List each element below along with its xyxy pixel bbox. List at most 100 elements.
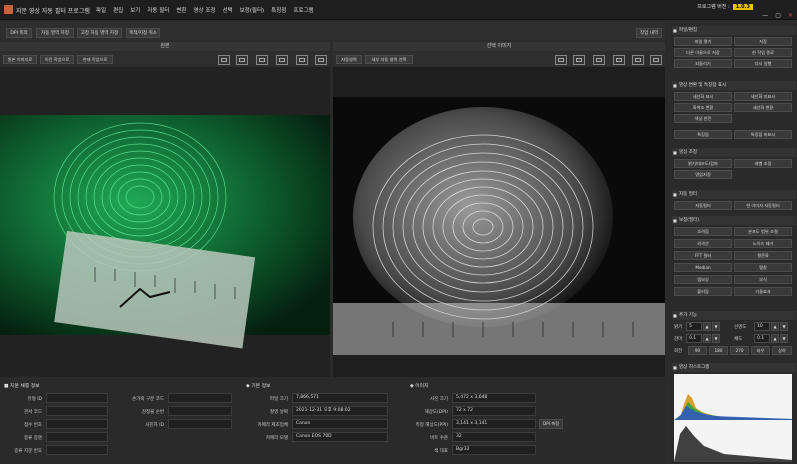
contrast-down-icon[interactable]: ▼ (780, 322, 788, 331)
menu-item-3[interactable]: 자동 필터 (147, 6, 169, 14)
auto-region-button[interactable]: 자동영역 (336, 55, 362, 64)
save-button[interactable]: 저장 (734, 37, 792, 46)
dpi-save-button[interactable]: DPI 축적 (6, 28, 32, 38)
correct-section-title: 보정(필터) (672, 216, 796, 225)
original-panel-toolbar: 원본 이미지로 이전 작업으로 현재 작업으로 (0, 52, 330, 66)
app-logo-icon (4, 5, 13, 14)
contrast-set-button[interactable]: 명암지정 (674, 170, 732, 179)
rotate-icon[interactable] (276, 55, 288, 65)
edge-button[interactable]: 외곽선 (674, 239, 732, 248)
original-image-area[interactable] (0, 67, 330, 377)
brightness-input[interactable]: 5 (686, 322, 702, 331)
saturation-up-icon[interactable]: ▲ (771, 334, 779, 343)
contrast-input[interactable]: 10 (754, 322, 770, 331)
crop-icon[interactable] (218, 55, 230, 65)
undo-roi-button[interactable]: 축척/지정 취소 (126, 28, 160, 38)
blur-button[interactable]: 흐려짐 (674, 227, 732, 236)
office-code-field[interactable] (46, 406, 108, 416)
finger-code-field[interactable] (168, 393, 232, 403)
level-adjust-button[interactable]: 레벨 조정 (734, 159, 792, 168)
hide-thinning-button[interactable]: 세선화 미표시 (734, 92, 792, 101)
rotate-270-button[interactable]: 270 (730, 346, 749, 355)
photographer-id-field[interactable] (168, 419, 232, 429)
range-adjust-button[interactable]: 분포도 범위 조절 (734, 227, 792, 236)
menu-item-5[interactable]: 영상 조정 (194, 6, 216, 14)
flip-h-icon[interactable] (632, 55, 644, 65)
menu-item-1[interactable]: 편집 (113, 6, 123, 14)
minutiae-button[interactable]: 특징점 (674, 130, 732, 139)
save-icon[interactable] (236, 55, 248, 65)
equalize-button[interactable]: 평준화 (734, 251, 792, 260)
blurring-button[interactable]: 블러링 (674, 287, 732, 296)
current-auto-filter-button[interactable]: 현 이미지 자동필터 (734, 201, 792, 210)
hide-minutiae-button[interactable]: 특징점 미표시 (734, 130, 792, 139)
menu-item-8[interactable]: 특징점 (271, 6, 286, 14)
rotate-180-button[interactable]: 180 (709, 346, 728, 355)
emboss-button[interactable]: 엠보싱 (674, 275, 732, 284)
rotate-90-button[interactable]: 90 (688, 346, 707, 355)
evidence-seq-field[interactable] (168, 406, 232, 416)
brightness-contrast-button[interactable]: 밝기/대조도/감마 (674, 159, 732, 168)
menu-item-4[interactable]: 변환 (176, 6, 186, 14)
brightness-up-icon[interactable]: ▲ (703, 322, 711, 331)
minimize-icon[interactable]: — (762, 12, 768, 19)
file-size-value: 7,866,571 (292, 393, 388, 403)
flip-h-icon[interactable] (296, 55, 308, 65)
invert-color-button[interactable]: 색상 반전 (674, 114, 732, 123)
close-icon[interactable]: ✕ (788, 12, 793, 19)
dpi-measure-button[interactable]: DPI 측정 (539, 419, 563, 429)
gamma-label: 감마 (674, 337, 683, 342)
menu-item-9[interactable]: 프로그램 (293, 6, 313, 14)
flip-lr-button[interactable]: 좌우 (751, 346, 770, 355)
print-icon[interactable] (593, 55, 605, 65)
dilate-button[interactable]: 팽창 (734, 263, 792, 272)
redo-button[interactable]: 다시 실행 (734, 59, 792, 68)
work-log-button[interactable]: 작업 내역 (636, 28, 662, 38)
to-current-button[interactable]: 현재 작업으로 (77, 55, 113, 64)
fft-filter-button[interactable]: FFT 필터 (674, 251, 732, 260)
erode-button[interactable]: 부식 (734, 275, 792, 284)
auto-roi-button[interactable]: 자동 영역 지정 (36, 28, 74, 38)
menu-item-2[interactable]: 보기 (130, 6, 140, 14)
menu-item-0[interactable]: 파일 (96, 6, 106, 14)
gamma-input[interactable]: 0.1 (686, 334, 702, 343)
thinning-convert-button[interactable]: 세선화 변환 (734, 103, 792, 112)
detail-region-button[interactable]: 세부 자동 영역 선택 (365, 55, 413, 64)
save-icon[interactable] (573, 55, 585, 65)
undo-button[interactable]: 되돌리기 (674, 59, 732, 68)
menu-item-6[interactable]: 선택 (223, 6, 233, 14)
saturation-down-icon[interactable]: ▼ (780, 334, 788, 343)
type-id-field[interactable] (46, 393, 108, 403)
rotate-icon[interactable] (613, 55, 625, 65)
flip-v-icon[interactable] (650, 55, 662, 65)
adjust-section-title: 영상 조정 (672, 148, 796, 157)
to-previous-button[interactable]: 이전 작업으로 (40, 55, 74, 64)
flip-ud-button[interactable]: 상하 (772, 346, 792, 355)
brightness-down-icon[interactable]: ▼ (712, 322, 720, 331)
evidence-proof-field[interactable] (46, 432, 108, 442)
resolution-label: 해상도(DPI) (424, 410, 448, 415)
median-button[interactable]: Median (674, 263, 732, 272)
receipt-number-field[interactable] (46, 419, 108, 429)
evidence-fp-number-field[interactable] (46, 445, 108, 455)
menu-item-7[interactable]: 보정(필터) (240, 6, 265, 14)
denoise-button[interactable]: 노이즈 제거 (734, 239, 792, 248)
crop-icon[interactable] (555, 55, 567, 65)
close-work-button[interactable]: 현 작업 종료 (734, 48, 792, 57)
tilt-effect-button[interactable]: 기울효과 (734, 287, 792, 296)
saturation-input[interactable]: 0.1 (754, 334, 770, 343)
contrast-up-icon[interactable]: ▲ (771, 322, 779, 331)
auto-filter-button[interactable]: 자동필터 (674, 201, 732, 210)
to-original-button[interactable]: 원본 이미지로 (3, 55, 37, 64)
print-icon[interactable] (256, 55, 268, 65)
selected-image-area[interactable] (333, 67, 665, 377)
gamma-up-icon[interactable]: ▲ (703, 334, 711, 343)
maximize-icon[interactable]: ▢ (775, 12, 781, 19)
gamma-down-icon[interactable]: ▼ (712, 334, 720, 343)
show-thinning-button[interactable]: 세선화 표시 (674, 92, 732, 101)
grayscale-convert-button[interactable]: 화색조 변환 (674, 103, 732, 112)
flip-v-icon[interactable] (315, 55, 327, 65)
fixed-roi-button[interactable]: 고정 자동 영역 지정 (77, 28, 122, 38)
save-as-button[interactable]: 다른 이름으로 저장 (674, 48, 732, 57)
open-file-button[interactable]: 파일 열기 (674, 37, 732, 46)
